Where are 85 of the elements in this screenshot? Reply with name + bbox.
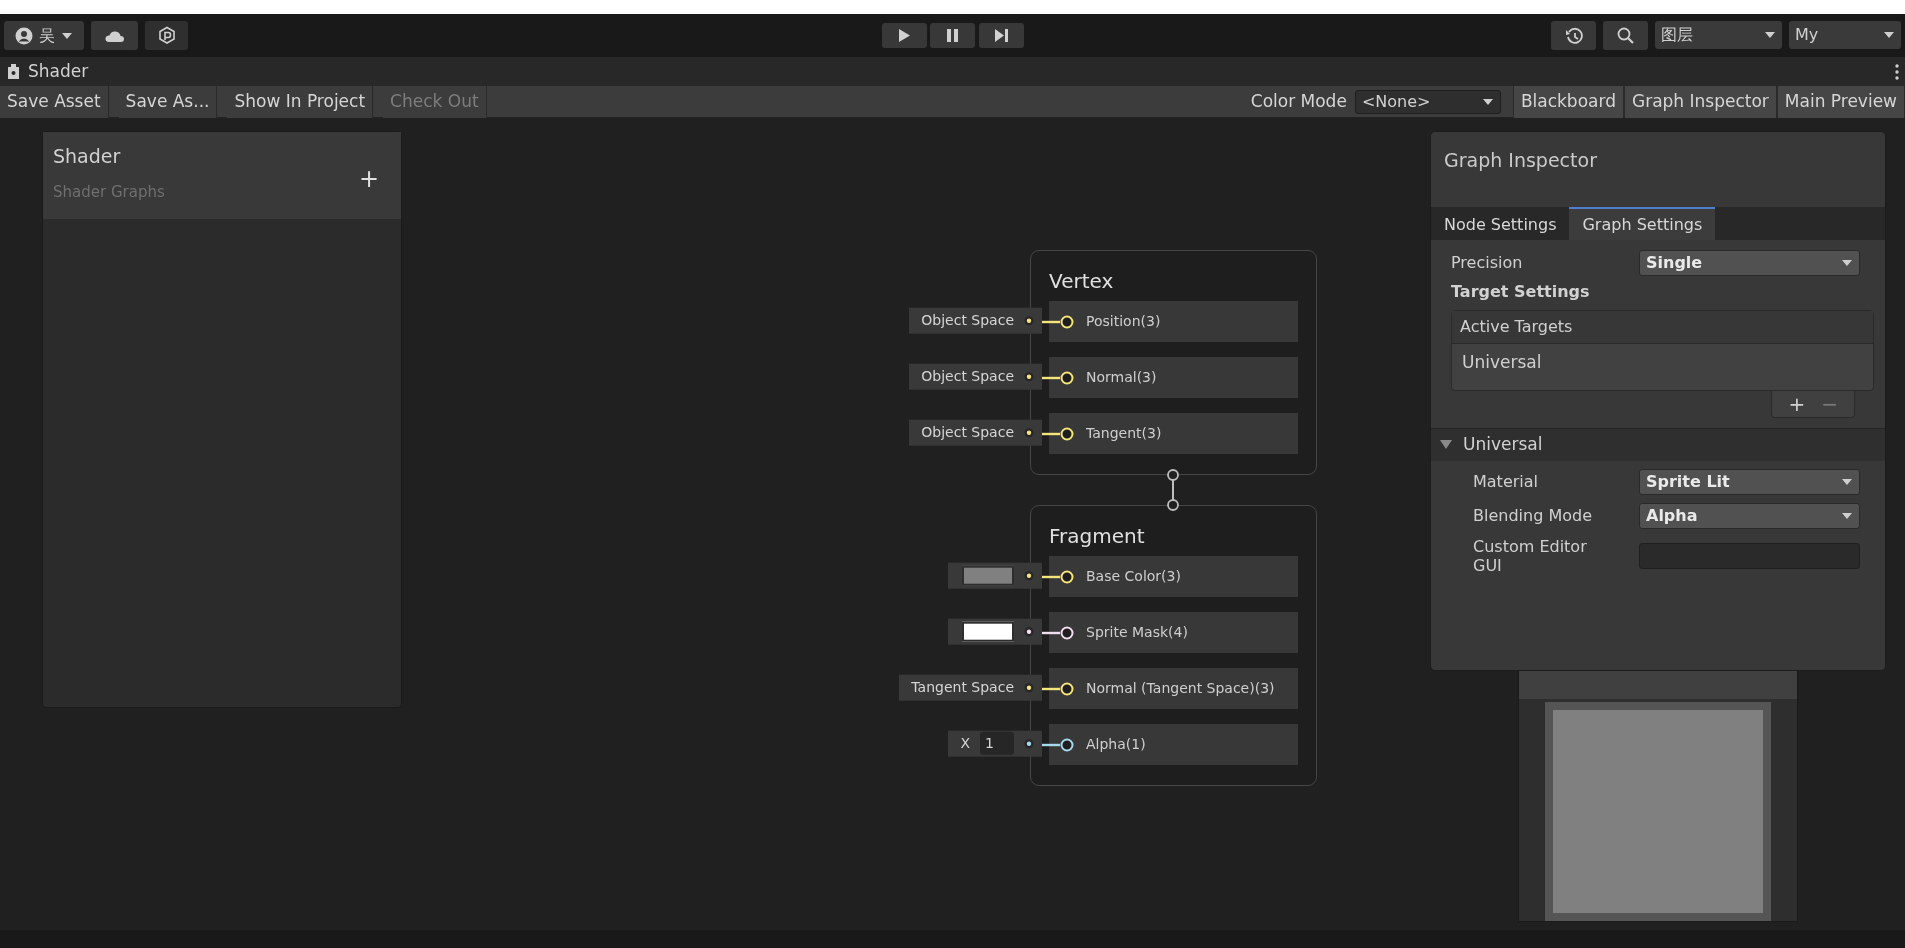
toggle-button[interactable]: Main Preview xyxy=(1776,85,1905,118)
pause-button[interactable] xyxy=(930,23,975,48)
port-dot xyxy=(1024,427,1034,438)
port-label: Normal (Tangent Space)(3) xyxy=(1086,679,1275,698)
shader-icon xyxy=(6,63,21,80)
node-title: Fragment xyxy=(1049,523,1146,550)
port-dot xyxy=(1024,570,1034,581)
port-icon[interactable] xyxy=(1060,569,1074,584)
field-label: Precision xyxy=(1451,252,1524,274)
history-button[interactable] xyxy=(1551,21,1596,50)
port-label: Normal(3) xyxy=(1086,368,1157,387)
port-label: Base Color(3) xyxy=(1086,567,1181,586)
search-icon xyxy=(1617,27,1634,44)
blackboard-title: Shader xyxy=(53,144,122,169)
caret-icon xyxy=(1841,258,1853,268)
inspector-tab[interactable]: Graph Settings xyxy=(1569,207,1716,240)
port-icon[interactable] xyxy=(1060,737,1074,752)
port-dot xyxy=(1024,315,1034,326)
input-dropdown[interactable]: Object Space xyxy=(909,363,1042,390)
field-label: Material xyxy=(1473,470,1539,493)
layers-dropdown[interactable]: 图层 xyxy=(1655,21,1782,49)
field-dropdown[interactable]: Sprite Lit xyxy=(1639,468,1860,495)
color-field[interactable] xyxy=(948,618,1042,645)
inspector-tab[interactable]: Node Settings xyxy=(1431,207,1570,240)
play-icon xyxy=(896,28,912,43)
window-title: Shader xyxy=(28,59,89,83)
port-icon[interactable] xyxy=(1060,426,1074,441)
caret-icon xyxy=(1883,30,1895,40)
section-heading: Target Settings xyxy=(1451,281,1590,303)
add-button[interactable]: + xyxy=(352,166,385,192)
text-field[interactable] xyxy=(1639,542,1860,569)
precision-dropdown[interactable]: Single xyxy=(1639,250,1860,276)
float-field[interactable]: X 1 xyxy=(948,730,1042,757)
port-dot xyxy=(1024,738,1034,749)
toolbar-button[interactable]: Save Asset xyxy=(0,85,109,118)
caret-icon xyxy=(1841,510,1853,521)
caret-icon xyxy=(61,30,73,41)
step-button[interactable] xyxy=(978,23,1024,48)
port-dot xyxy=(1024,371,1034,382)
step-icon xyxy=(993,28,1009,43)
history-icon xyxy=(1564,26,1583,45)
foldout-title[interactable]: Universal xyxy=(1463,431,1543,458)
color-mode-dropdown[interactable]: <None> xyxy=(1354,89,1501,114)
inspector-title: Graph Inspector xyxy=(1443,148,1598,173)
user-icon xyxy=(15,26,33,45)
field-label: Custom Editor GUI xyxy=(1473,536,1588,575)
account-button[interactable]: 吴 xyxy=(4,21,84,50)
list-item[interactable]: Universal xyxy=(1452,344,1873,390)
port-icon[interactable] xyxy=(1060,370,1074,385)
port-label: Position(3) xyxy=(1086,312,1161,331)
node-title: Vertex xyxy=(1049,268,1115,295)
port-dot xyxy=(1024,682,1034,693)
collab-button[interactable] xyxy=(145,21,188,50)
color-mode-label: Color Mode xyxy=(1250,89,1347,113)
toggle-button[interactable]: Graph Inspector xyxy=(1623,85,1777,118)
cloud-button[interactable] xyxy=(91,21,138,50)
pause-icon xyxy=(945,28,960,43)
add-button[interactable]: + xyxy=(1782,390,1812,417)
input-dropdown[interactable]: Object Space xyxy=(909,419,1042,446)
play-button[interactable] xyxy=(881,23,927,48)
color-swatch[interactable] xyxy=(962,565,1014,586)
port-label: Sprite Mask(4) xyxy=(1086,623,1188,642)
layout-dropdown[interactable]: My xyxy=(1789,21,1901,49)
caret-icon xyxy=(1481,96,1494,107)
port-icon[interactable] xyxy=(1060,681,1074,696)
toolbar-button[interactable]: Save As... xyxy=(118,85,218,118)
hexagon-icon xyxy=(157,26,176,45)
search-button[interactable] xyxy=(1603,21,1648,50)
port-label: Alpha(1) xyxy=(1086,735,1146,754)
toolbar-button[interactable]: Show In Project xyxy=(227,85,374,118)
field-dropdown[interactable]: Alpha xyxy=(1639,502,1860,529)
toggle-button[interactable]: Blackboard xyxy=(1512,85,1624,118)
port-icon[interactable] xyxy=(1060,314,1074,329)
input-dropdown[interactable]: Object Space xyxy=(909,307,1042,334)
more-icon[interactable] xyxy=(1895,63,1899,80)
color-swatch[interactable] xyxy=(962,621,1014,642)
caret-icon xyxy=(1764,30,1776,40)
port-dot xyxy=(1024,626,1034,637)
input-dropdown[interactable]: Tangent Space xyxy=(899,674,1042,701)
port-label: Tangent(3) xyxy=(1086,424,1162,443)
list-header: Active Targets xyxy=(1452,311,1873,344)
color-field[interactable] xyxy=(948,562,1042,589)
port-icon[interactable] xyxy=(1060,625,1074,640)
caret-icon xyxy=(1841,476,1853,487)
field-label: Blending Mode xyxy=(1473,504,1593,527)
